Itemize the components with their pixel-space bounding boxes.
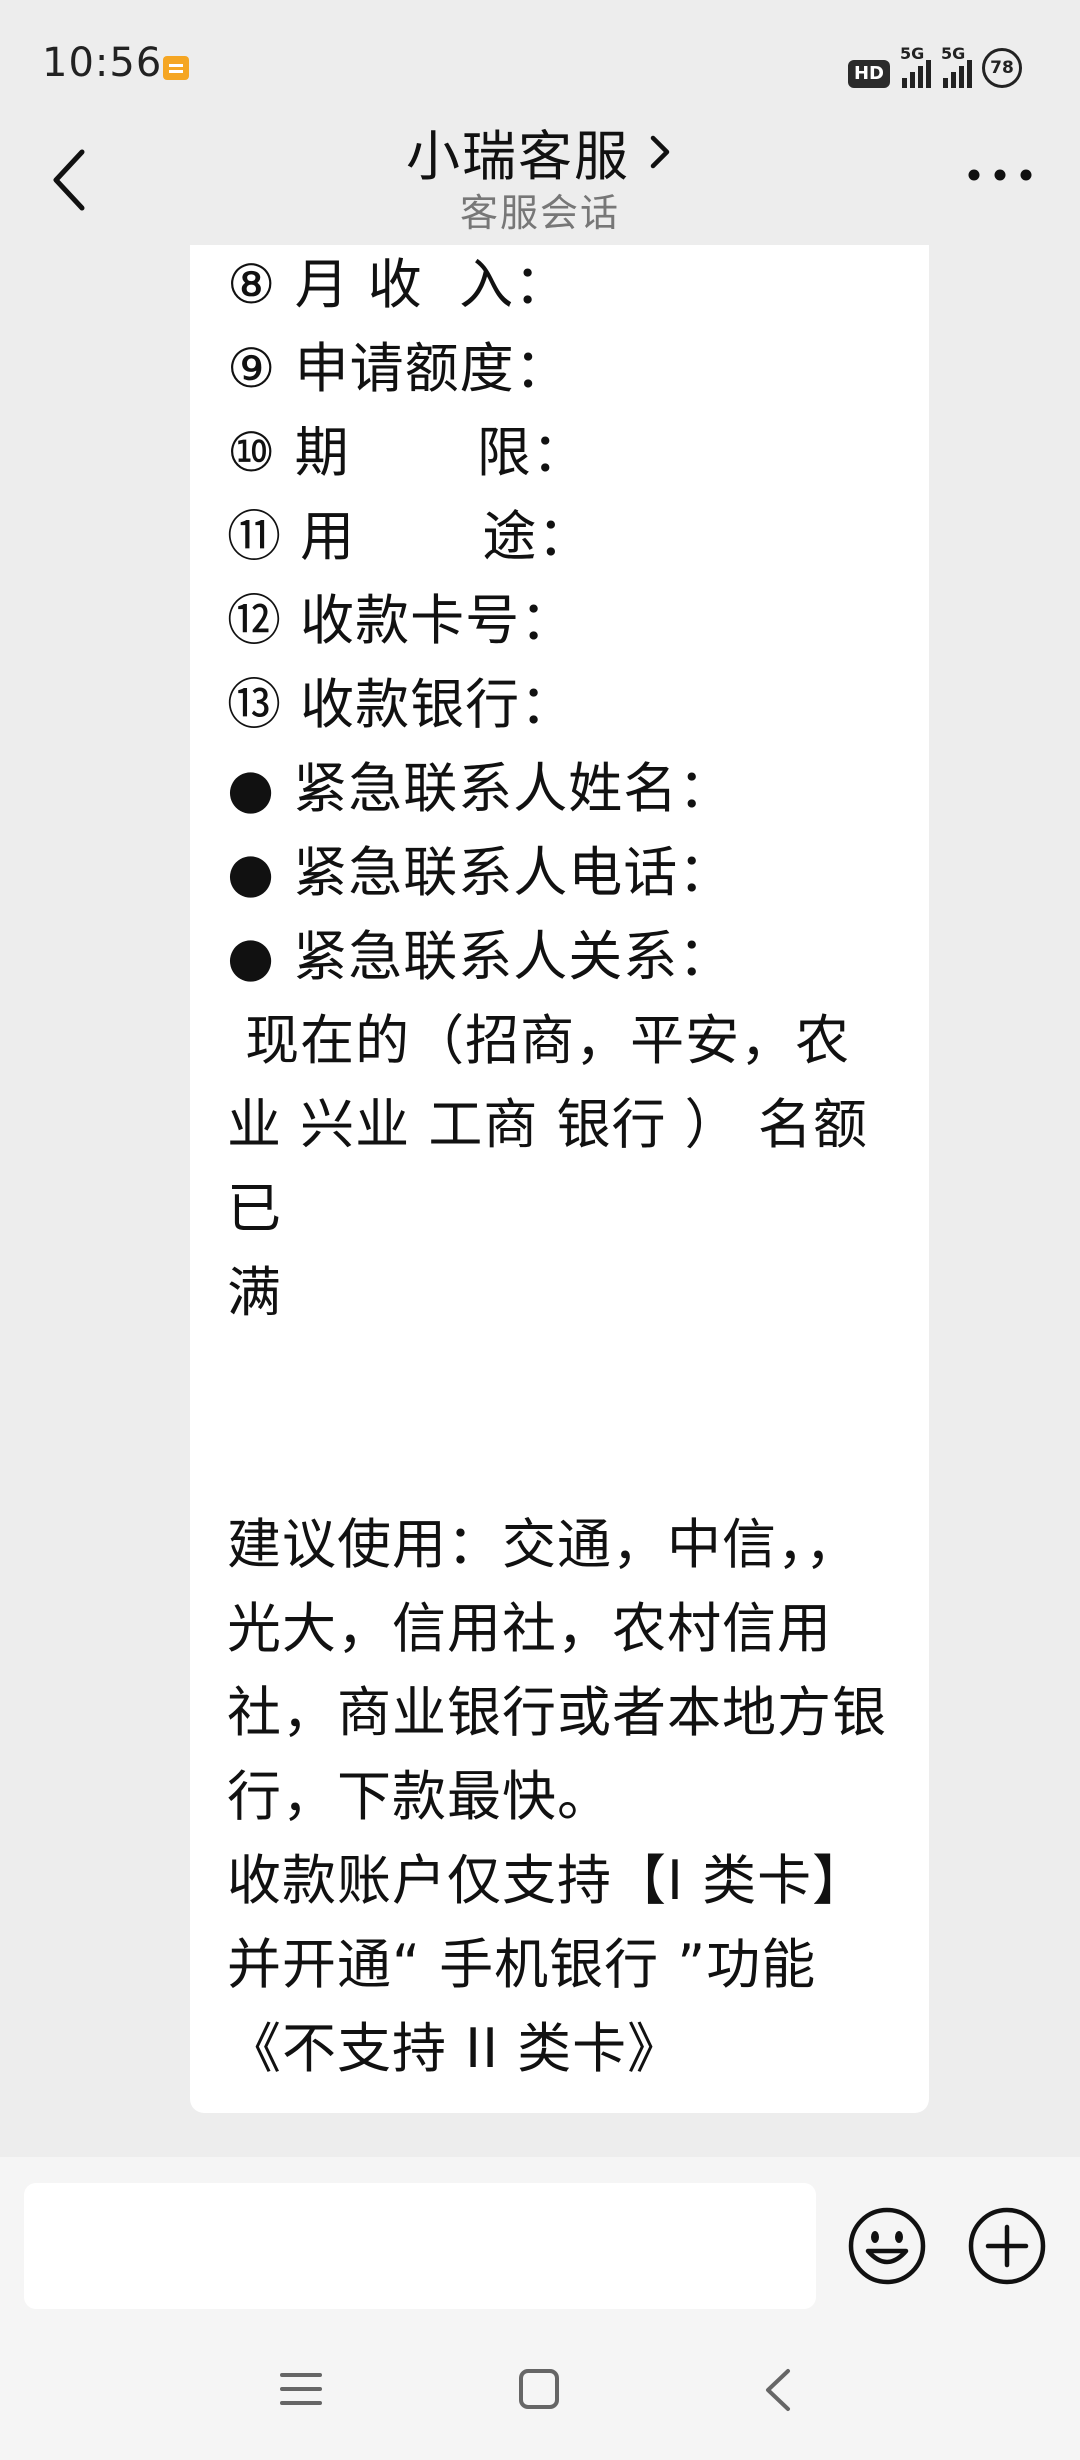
nav-back-button[interactable] (760, 2365, 796, 2415)
network-type-label: 5G (900, 44, 925, 63)
message-line: 建议使用：交通，中信，， (227, 1513, 860, 1576)
emoji-button[interactable] (846, 2205, 928, 2287)
system-nav-bar (0, 2317, 1080, 2460)
smiley-icon (848, 2207, 926, 2285)
chevron-right-icon (650, 135, 670, 168)
message-line: 《不支持 II 类卡》 (227, 2017, 683, 2080)
message-line: ● 紧急联系人姓名： (227, 757, 734, 820)
message-line: ⑬ 收款银行： (227, 673, 576, 736)
notification-icon (163, 56, 189, 80)
message-line: 光大，信用社，农村信用 (227, 1597, 832, 1660)
message-line: ⑨ 申请额度： (227, 337, 570, 400)
signal-strength-icon: 5G (941, 44, 972, 88)
nav-recent-apps-button[interactable] (278, 2369, 324, 2409)
message-line: 收款账户仅支持【I 类卡】 (227, 1849, 868, 1912)
home-square-icon (519, 2369, 559, 2409)
hd-badge: HD (847, 60, 890, 88)
title-row[interactable]: 小瑞客服 (0, 110, 1080, 191)
message-line: 满 (227, 1261, 282, 1324)
nav-home-button[interactable] (517, 2367, 561, 2411)
message-line: 现在的（招商，平安，农 (227, 1009, 851, 1072)
chat-title-link[interactable]: 小瑞客服 (406, 112, 674, 191)
message-line: ● 紧急联系人关系： (227, 925, 734, 988)
message-line: ⑩ 期 限： (227, 421, 587, 484)
more-button[interactable] (960, 150, 1040, 200)
chat-title: 小瑞客服 (406, 125, 630, 188)
message-line: ⑪ 用 途： (227, 505, 593, 568)
status-indicators: HD 5G 5G 78 (847, 44, 1022, 88)
status-time: 10:56 (42, 40, 163, 86)
message-line: ● 紧急联系人电话： (227, 841, 734, 904)
message-line: 并开通“ 手机银行 ”功能 (227, 1933, 817, 1996)
message-line: 业 兴业 工商 银行 ） 名额 (227, 1093, 868, 1156)
chevron-left-icon (766, 2369, 790, 2411)
message-bubble[interactable]: ⑧ 月 收 入： ⑨ 申请额度： ⑩ 期 限： ⑪ 用 途： ⑫ 收款卡号： ⑬ 收款银行… (190, 245, 929, 2113)
message-line: 行，下款最快。 (227, 1765, 612, 1828)
input-bar (0, 2157, 1080, 2317)
message-line: 社，商业银行或者本地方银 (227, 1681, 887, 1744)
plus-circle-icon (968, 2207, 1046, 2285)
plus-button[interactable] (966, 2205, 1048, 2287)
chat-header: 小瑞客服 客服会话 (0, 110, 1080, 245)
message-line: 已 (227, 1177, 282, 1240)
message-input[interactable] (24, 2183, 816, 2309)
menu-lines-icon (280, 2373, 322, 2405)
more-dots-icon (968, 169, 1032, 181)
chat-subtitle: 客服会话 (459, 191, 620, 235)
message-line: ⑧ 月 收 入： (227, 253, 570, 316)
chat-area[interactable]: ⑧ 月 收 入： ⑨ 申请额度： ⑩ 期 限： ⑪ 用 途： ⑫ 收款卡号： ⑬ 收款银行… (0, 245, 1080, 2157)
message-line: ⑫ 收款卡号： (227, 589, 576, 652)
chat-screen: 10:56 HD 5G 5G 78 小瑞客服 客服会话 ⑧ 月 收 入： ⑨ 申… (0, 0, 1080, 2460)
signal-strength-icon: 5G (900, 44, 931, 88)
network-type-label: 5G (941, 44, 966, 63)
battery-icon: 78 (982, 48, 1022, 88)
